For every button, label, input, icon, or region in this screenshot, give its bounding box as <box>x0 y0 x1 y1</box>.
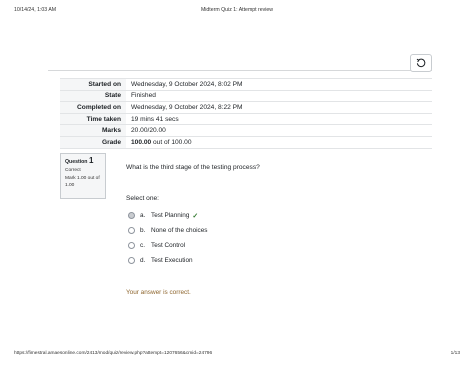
question-mark: Mark 1.00 out of 1.00 <box>65 176 100 188</box>
summary-label: Grade <box>60 136 126 149</box>
summary-row-completed: Completed on Wednesday, 9 October 2024, … <box>60 101 432 114</box>
summary-label: Marks <box>60 124 126 137</box>
summary-label: Started on <box>60 78 126 91</box>
summary-value: 19 mins 41 secs <box>131 115 179 123</box>
radio-button[interactable] <box>128 242 135 249</box>
answer-feedback: Your answer is correct. <box>126 289 191 296</box>
attempt-summary-table: Started on Wednesday, 9 October 2024, 8:… <box>60 78 432 149</box>
summary-row-started: Started on Wednesday, 9 October 2024, 8:… <box>60 78 432 91</box>
summary-value: 100.00 out of 100.00 <box>126 136 432 148</box>
select-one-prompt: Select one: <box>126 195 159 202</box>
question-prefix: Question <box>65 159 88 165</box>
answer-option-c[interactable]: c. Test Control <box>128 238 328 253</box>
answer-option-a[interactable]: a. Test Planning ✓ <box>128 208 328 223</box>
answer-option-d[interactable]: d. Test Execution <box>128 253 328 268</box>
summary-row-grade: Grade 100.00 out of 100.00 <box>60 136 432 149</box>
question-state: Correct <box>65 167 81 173</box>
summary-value: Finished <box>131 92 156 100</box>
print-page-number: 1/13 <box>450 351 460 356</box>
summary-row-marks: Marks 20.00/20.00 <box>60 124 432 137</box>
option-label: None of the choices <box>151 227 208 234</box>
summary-row-time-taken: Time taken 19 mins 41 secs <box>60 113 432 125</box>
print-url: https://fimestral.amaesonline.com/2413/m… <box>14 351 213 356</box>
check-icon: ✓ <box>192 212 199 220</box>
summary-label: State <box>60 90 126 102</box>
print-header: 10/14/24, 1:03 AM Midterm Quiz 1: Attemp… <box>0 7 474 17</box>
option-label: Test Execution <box>151 257 193 264</box>
option-label: Test Planning <box>151 212 190 219</box>
summary-value: Wednesday, 9 October 2024, 8:02 PM <box>131 80 243 88</box>
summary-row-state: State Finished <box>60 90 432 102</box>
grade-out-of: out of 100.00 <box>151 138 192 146</box>
summary-label: Time taken <box>60 113 126 125</box>
question-number-value: 1 <box>88 156 94 165</box>
print-footer: https://fimestral.amaesonline.com/2413/m… <box>0 351 474 361</box>
option-letter: d. <box>140 257 146 264</box>
block-toggle-button[interactable] <box>410 54 432 72</box>
option-letter: b. <box>140 227 146 234</box>
refresh-icon <box>416 58 426 68</box>
summary-label: Completed on <box>60 101 126 114</box>
option-letter: c. <box>140 242 145 249</box>
summary-value: Wednesday, 9 October 2024, 8:22 PM <box>131 103 243 111</box>
answer-option-b[interactable]: b. None of the choices <box>128 223 328 238</box>
question-info-box: Question 1 Correct Mark 1.00 out of 1.00 <box>60 153 106 199</box>
question-number: Question 1 <box>65 156 101 166</box>
radio-button[interactable] <box>128 257 135 264</box>
radio-button[interactable] <box>128 227 135 234</box>
grade-value: 100.00 <box>131 138 152 146</box>
question-text: What is the third stage of the testing p… <box>126 164 260 171</box>
option-label: Test Control <box>151 242 186 249</box>
answer-options: a. Test Planning ✓ b. None of the choice… <box>128 208 328 268</box>
summary-value: 20.00/20.00 <box>131 127 166 135</box>
radio-button-selected[interactable] <box>128 212 135 219</box>
print-page-title: Midterm Quiz 1: Attempt review <box>200 7 274 13</box>
option-letter: a. <box>140 212 146 219</box>
